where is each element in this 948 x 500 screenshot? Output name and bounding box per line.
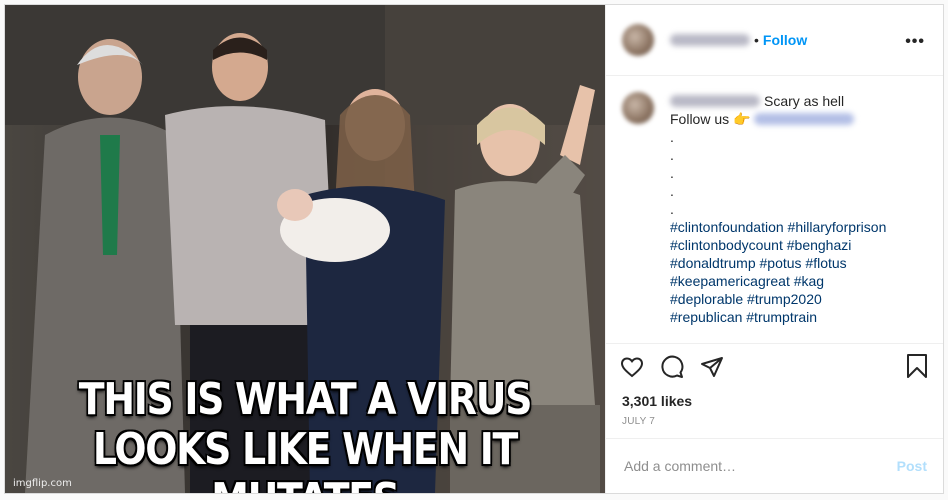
bookmark-icon[interactable] xyxy=(905,353,929,384)
post-header: • Follow ••• xyxy=(606,5,943,76)
instagram-post: THIS IS WHAT A VIRUS LOOKS LIKE WHEN IT … xyxy=(4,4,944,494)
post-sidebar: • Follow ••• Scary as hell Follow us 👉 . xyxy=(606,5,943,493)
hashtag-line[interactable]: #clintonfoundation #hillaryforprison xyxy=(670,218,886,236)
dot-line: . xyxy=(670,183,674,199)
likes-count[interactable]: 3,301 likes xyxy=(606,390,943,412)
comment-icon[interactable] xyxy=(658,353,686,381)
post-image[interactable]: THIS IS WHAT A VIRUS LOOKS LIKE WHEN IT … xyxy=(5,5,606,493)
caption-body: Scary as hell Follow us 👉 . . . . . #cli… xyxy=(670,92,886,326)
author-avatar[interactable] xyxy=(622,24,654,56)
caption-comment: Scary as hell Follow us 👉 . . . . . #cli… xyxy=(622,92,927,326)
dot-line: . xyxy=(670,129,674,145)
caption-username-redacted[interactable] xyxy=(670,95,760,107)
share-icon[interactable] xyxy=(698,353,726,381)
mentioned-handle-redacted[interactable] xyxy=(754,113,855,125)
hashtag-line[interactable]: #republican #trumptrain xyxy=(670,308,886,326)
meme-caption-line-1: THIS IS WHAT A VIRUS xyxy=(78,374,533,425)
heart-icon[interactable] xyxy=(618,353,646,381)
separator-dot: • xyxy=(754,32,759,48)
comment-input[interactable] xyxy=(622,457,866,475)
hashtag-line[interactable]: #donaldtrump #potus #flotus xyxy=(670,254,886,272)
caption-area: Scary as hell Follow us 👉 . . . . . #cli… xyxy=(606,76,943,343)
hashtag-line[interactable]: #clintonbodycount #benghazi xyxy=(670,236,886,254)
follow-button[interactable]: Follow xyxy=(763,32,807,48)
action-bar xyxy=(606,343,943,390)
dot-line: . xyxy=(670,147,674,163)
pointing-emoji: 👉 xyxy=(733,111,751,127)
caption-text: Scary as hell xyxy=(764,93,845,109)
more-options-icon[interactable]: ••• xyxy=(905,33,925,51)
hashtag-line[interactable]: #deplorable #trump2020 xyxy=(670,290,886,308)
watermark: imgflip.com xyxy=(13,478,72,489)
post-date[interactable]: JULY 7 xyxy=(606,412,943,438)
follow-us-text: Follow us xyxy=(670,111,730,127)
caption-author-avatar[interactable] xyxy=(622,92,654,124)
post-button[interactable]: Post xyxy=(897,458,927,474)
add-comment-bar: Post xyxy=(606,438,943,493)
dot-line: . xyxy=(670,201,674,217)
author-username-redacted[interactable] xyxy=(670,34,750,46)
meme-caption-line-2: LOOKS LIKE WHEN IT MUTATES xyxy=(92,424,518,494)
hashtag-line[interactable]: #keepamericagreat #kag xyxy=(670,272,886,290)
dot-line: . xyxy=(670,165,674,181)
